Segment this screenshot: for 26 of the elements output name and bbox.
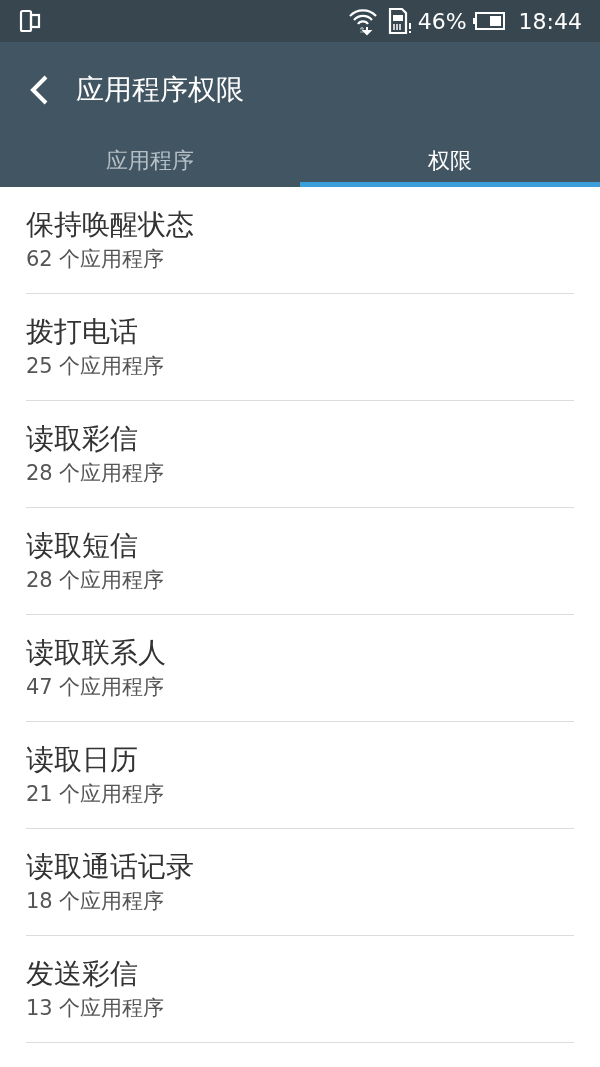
status-time: 18:44 — [518, 7, 582, 36]
app-count: 21 个应用程序 — [26, 781, 166, 808]
permission-name[interactable]: 读取日历 — [26, 741, 574, 779]
permission-name[interactable]: 读取彩信 — [26, 420, 574, 458]
app-count: 25 个应用程序 — [26, 353, 166, 380]
tab[interactable]: 应用程序 — [0, 137, 300, 187]
app-count: 28 个应用程序 — [26, 460, 166, 487]
permission-name[interactable]: 读取联系人 — [26, 634, 574, 672]
permission-name[interactable]: 读取短信 — [26, 527, 574, 565]
app-count: 28 个应用程序 — [26, 567, 166, 594]
app-count: 18 个应用程序 — [26, 888, 166, 915]
permission-name[interactable]: 拨打电话 — [26, 313, 574, 351]
app-count: 13 个应用程序 — [26, 995, 166, 1022]
phone-icon — [18, 9, 42, 33]
back-icon — [29, 73, 49, 106]
permission-name[interactable]: 读取通话记录 — [26, 848, 574, 886]
screen-title: 应用程序权限 — [76, 71, 244, 108]
app-count: 62 个应用程序 — [26, 246, 166, 273]
app-count: 47 个应用程序 — [26, 674, 166, 701]
tab[interactable]: 权限 — [300, 137, 600, 187]
permission-name[interactable]: 发送彩信 — [26, 955, 574, 993]
battery-icon — [472, 12, 505, 30]
wifi-icon — [347, 6, 378, 36]
battery-percent: 46% — [417, 7, 467, 36]
sim-card-alert-icon — [387, 7, 412, 35]
permission-name[interactable]: 保持唤醒状态 — [26, 206, 574, 244]
